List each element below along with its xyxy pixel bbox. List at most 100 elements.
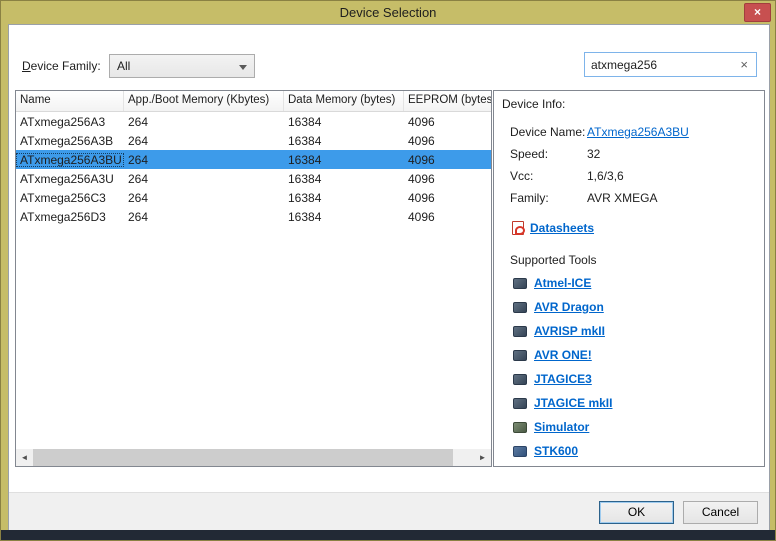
tool-item[interactable]: AVR ONE!: [494, 343, 764, 367]
datasheet-pdf-icon: [512, 221, 524, 235]
device-table: NameApp./Boot Memory (Kbytes)Data Memory…: [15, 90, 492, 467]
tool-item[interactable]: AVRISP mkII: [494, 319, 764, 343]
titlebar: Device Selection ×: [1, 1, 775, 24]
table-cell: ATxmega256A3U: [16, 172, 124, 186]
tool-link[interactable]: AVR Dragon: [534, 300, 604, 314]
avr-one-icon: [513, 350, 527, 361]
column-header[interactable]: EEPROM (bytes): [404, 91, 491, 111]
column-header[interactable]: Name: [16, 91, 124, 111]
supported-tools-title: Supported Tools: [510, 253, 764, 267]
tool-item[interactable]: JTAGICE mkII: [494, 391, 764, 415]
tool-item[interactable]: JTAGICE3: [494, 367, 764, 391]
table-cell: 16384: [284, 172, 404, 186]
tool-item[interactable]: Atmel-ICE: [494, 271, 764, 295]
search-input[interactable]: [591, 58, 738, 72]
device-selection-dialog: Device Selection × Device Family: All × …: [0, 0, 776, 541]
tool-link[interactable]: Atmel-ICE: [534, 276, 591, 290]
cancel-button[interactable]: Cancel: [683, 501, 758, 524]
table-cell: ATxmega256A3: [16, 115, 124, 129]
device-family-dropdown[interactable]: All: [109, 54, 255, 78]
table-cell: 16384: [284, 153, 404, 167]
tool-link[interactable]: STK600: [534, 444, 578, 458]
table-header: NameApp./Boot Memory (Kbytes)Data Memory…: [16, 91, 491, 112]
table-cell: 264: [124, 191, 284, 205]
table-cell: 4096: [404, 134, 491, 148]
dialog-body: Device Family: All × NameApp./Boot Memor…: [8, 24, 770, 532]
field-value: 32: [587, 145, 600, 163]
table-cell: 4096: [404, 115, 491, 129]
device-info-field: Speed:32: [494, 143, 764, 165]
avrisp-mkii-icon: [513, 326, 527, 337]
field-value: AVR XMEGA: [587, 189, 657, 207]
tool-item[interactable]: Simulator: [494, 415, 764, 439]
atmel-ice-icon: [513, 278, 527, 289]
field-label: Device Name:: [510, 123, 587, 141]
device-info-field: Family:AVR XMEGA: [494, 187, 764, 209]
table-cell: 264: [124, 153, 284, 167]
field-label: Family:: [510, 189, 587, 207]
column-header[interactable]: App./Boot Memory (Kbytes): [124, 91, 284, 111]
scrollbar-track[interactable]: [453, 449, 474, 466]
table-cell: 16384: [284, 115, 404, 129]
device-info-field: Device Name:ATxmega256A3BU: [494, 121, 764, 143]
simulator-icon: [513, 422, 527, 433]
scroll-left-icon[interactable]: ◄: [16, 449, 33, 466]
field-label: Vcc:: [510, 167, 587, 185]
horizontal-scrollbar[interactable]: ◄ ►: [16, 449, 491, 466]
device-info-fields: Device Name:ATxmega256A3BUSpeed:32Vcc:1,…: [494, 121, 764, 209]
table-cell: 16384: [284, 134, 404, 148]
tool-item[interactable]: AVR Dragon: [494, 295, 764, 319]
window-title: Device Selection: [340, 5, 437, 20]
scrollbar-thumb[interactable]: [33, 449, 453, 466]
table-cell: ATxmega256D3: [16, 210, 124, 224]
table-row[interactable]: ATxmega256A3BU264163844096: [16, 150, 491, 169]
table-cell: 264: [124, 210, 284, 224]
tool-item[interactable]: STK600: [494, 439, 764, 463]
tool-link[interactable]: AVRISP mkII: [534, 324, 605, 338]
device-info-field: Vcc:1,6/3,6: [494, 165, 764, 187]
chevron-down-icon: [239, 65, 247, 70]
table-row[interactable]: ATxmega256D3264163844096: [16, 207, 491, 226]
device-family-label: Device Family:: [22, 59, 101, 73]
avr-dragon-icon: [513, 302, 527, 313]
table-row[interactable]: ATxmega256C3264163844096: [16, 188, 491, 207]
close-button[interactable]: ×: [744, 3, 771, 22]
tool-link[interactable]: JTAGICE3: [534, 372, 592, 386]
tool-link[interactable]: Simulator: [534, 420, 589, 434]
table-cell: 264: [124, 115, 284, 129]
table-cell: ATxmega256C3: [16, 191, 124, 205]
field-label: Speed:: [510, 145, 587, 163]
supported-tools-list: Atmel-ICE AVR Dragon AVRISP mkII AVR ONE! JT…: [494, 271, 764, 463]
device-family-label-rest: evice Family:: [31, 59, 101, 73]
datasheets-link[interactable]: Datasheets: [530, 221, 594, 235]
column-header[interactable]: Data Memory (bytes): [284, 91, 404, 111]
footer: OK Cancel: [9, 492, 769, 531]
table-row[interactable]: ATxmega256A3U264163844096: [16, 169, 491, 188]
table-cell: ATxmega256A3BU: [16, 153, 124, 167]
close-icon: ×: [754, 5, 761, 19]
table-cell: ATxmega256A3B: [16, 134, 124, 148]
scroll-right-icon[interactable]: ►: [474, 449, 491, 466]
device-info-title: Device Info:: [494, 91, 764, 115]
device-family-mnemonic: D: [22, 59, 31, 73]
ok-button[interactable]: OK: [599, 501, 674, 524]
clear-search-icon[interactable]: ×: [738, 58, 750, 71]
tool-link[interactable]: JTAGICE mkII: [534, 396, 612, 410]
stk600-icon: [513, 446, 527, 457]
table-row[interactable]: ATxmega256A3264163844096: [16, 112, 491, 131]
jtagice3-icon: [513, 374, 527, 385]
field-value: 1,6/3,6: [587, 167, 624, 185]
field-value[interactable]: ATxmega256A3BU: [587, 123, 689, 141]
table-cell: 4096: [404, 191, 491, 205]
tool-link[interactable]: AVR ONE!: [534, 348, 592, 362]
device-family-selected-value: All: [117, 59, 130, 73]
table-cell: 264: [124, 172, 284, 186]
datasheets-row[interactable]: Datasheets: [512, 221, 764, 235]
table-row[interactable]: ATxmega256A3B264163844096: [16, 131, 491, 150]
toolbar: Device Family: All ×: [9, 54, 769, 78]
search-box: ×: [584, 52, 757, 77]
window-bottom-edge: [1, 530, 775, 540]
table-cell: 4096: [404, 172, 491, 186]
table-cell: 4096: [404, 153, 491, 167]
table-cell: 16384: [284, 191, 404, 205]
